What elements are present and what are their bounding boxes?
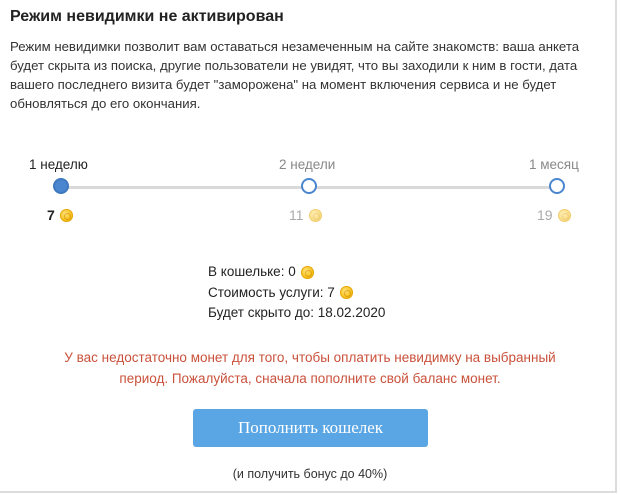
coin-icon (557, 208, 571, 222)
service-description: Режим невидимки позволит вам оставаться … (10, 39, 580, 111)
coin-icon (59, 208, 73, 222)
service-cost: Стоимость услуги: 7 (208, 283, 385, 304)
hidden-until: Будет скрыто до: 18.02.2020 (208, 303, 385, 324)
page-title: Режим невидимки не активирован (10, 8, 284, 25)
coin-icon (308, 208, 322, 222)
top-up-wallet-button[interactable]: Пополнить кошелек (193, 409, 428, 447)
wallet-balance: В кошельке: 0 (208, 262, 385, 283)
price-value: 7 (47, 207, 55, 223)
period-option-1-week[interactable] (53, 178, 69, 194)
price-1-month: 19 (537, 207, 571, 223)
period-label-1-week[interactable]: 1 неделю (29, 157, 88, 172)
coin-icon (300, 265, 314, 279)
period-label-2-weeks[interactable]: 2 недели (279, 157, 335, 172)
wallet-balance-text: В кошельке: 0 (208, 264, 296, 279)
coin-icon (339, 286, 353, 300)
price-value: 19 (537, 207, 553, 223)
payment-summary: В кошельке: 0 Стоимость услуги: 7 Будет … (208, 262, 385, 324)
price-2-weeks: 11 (289, 207, 322, 223)
period-option-1-month[interactable] (549, 178, 565, 194)
period-option-2-weeks[interactable] (301, 178, 317, 194)
price-1-week: 7 (47, 207, 73, 223)
invisibility-panel: Режим невидимки не активирован Режим нев… (0, 0, 617, 493)
service-cost-text: Стоимость услуги: 7 (208, 284, 335, 300)
bonus-note: (и получить бонус до 40%) (232, 467, 388, 481)
insufficient-funds-warning: У вас недостаточно монет для того, чтобы… (64, 350, 556, 386)
period-label-1-month[interactable]: 1 месяц (529, 157, 579, 172)
price-value: 11 (289, 207, 304, 223)
hidden-until-text: Будет скрыто до: 18.02.2020 (208, 305, 386, 320)
